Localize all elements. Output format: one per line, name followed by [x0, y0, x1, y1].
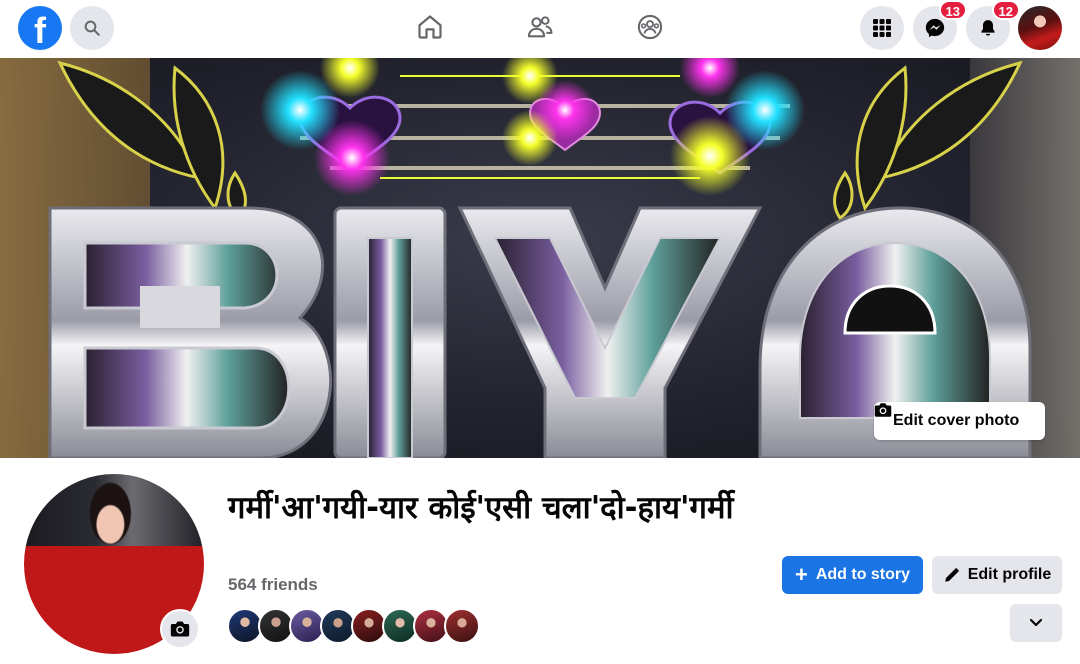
update-profile-picture-button[interactable] [160, 609, 200, 649]
more-options-button[interactable] [1010, 604, 1062, 642]
groups-icon [637, 14, 663, 40]
search-icon [84, 20, 100, 36]
search-button[interactable] [70, 6, 114, 50]
camera-icon [170, 621, 190, 637]
home-icon [418, 15, 442, 39]
cover-photo[interactable]: Edit cover photo [0, 58, 1080, 458]
home-tab[interactable] [415, 12, 445, 42]
groups-tab[interactable] [635, 12, 665, 42]
grid-menu-icon [873, 19, 891, 37]
messenger-badge: 13 [938, 0, 967, 20]
menu-button[interactable] [860, 6, 904, 50]
notifications-badge: 12 [991, 0, 1020, 20]
profile-name: गर्मी'आ'गयी-यार कोई'एसी चला'दो-हाय'गर्मी [228, 490, 734, 526]
account-avatar[interactable] [1018, 6, 1062, 50]
messenger-icon [925, 18, 945, 38]
facebook-logo-icon[interactable]: f [18, 6, 62, 50]
friend-avatar[interactable] [444, 608, 480, 644]
edit-profile-label: Edit profile [967, 566, 1052, 583]
edit-cover-label: Edit cover photo [893, 412, 1020, 429]
add-to-story-label: Add to story [815, 566, 911, 583]
bell-icon [981, 20, 995, 36]
friends-count[interactable]: 564 friends [228, 575, 318, 595]
friends-tab[interactable] [525, 12, 555, 42]
logo-letter: f [34, 10, 46, 50]
cover-artwork [48, 58, 1032, 458]
plus-icon: + [794, 562, 808, 587]
add-to-story-button[interactable]: + Add to story [782, 556, 923, 594]
top-navigation-bar: f 13 12 [0, 0, 1080, 58]
edit-profile-button[interactable]: Edit profile [932, 556, 1062, 594]
notifications-button[interactable]: 12 [966, 0, 1020, 50]
friends-icon [527, 16, 553, 38]
chevron-down-icon [1029, 618, 1043, 627]
edit-cover-photo-button[interactable]: Edit cover photo [874, 402, 1045, 440]
messenger-button[interactable]: 13 [913, 0, 967, 50]
pencil-icon [943, 566, 961, 584]
